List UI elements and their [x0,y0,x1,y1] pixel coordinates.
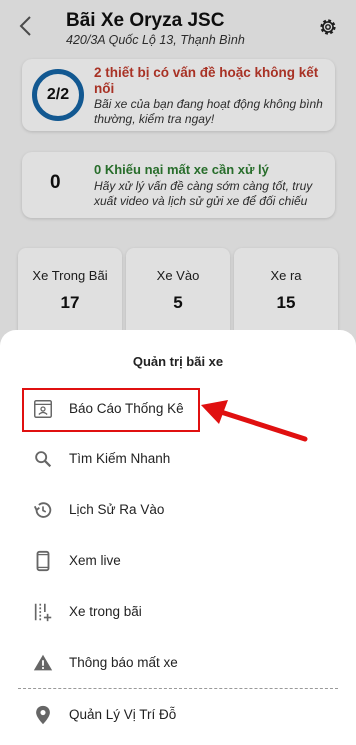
annotation-arrow-icon [201,400,308,442]
vehicles-list-icon [34,603,52,622]
menu-item-lost-vehicle-notice[interactable]: Thông báo mất xe [0,641,356,687]
search-icon [35,451,52,468]
menu-item-vehicles-in-lot[interactable]: Xe trong bãi [0,590,356,636]
divider [18,688,338,689]
highlight-box [22,388,200,432]
menu-item-label: Quản Lý Vị Trí Đỗ [69,707,177,722]
menu-item-label: Xem live [69,553,121,568]
history-icon [33,502,52,518]
location-pin-icon [36,705,50,725]
warning-icon [33,654,53,671]
menu-item-parking-spot-management[interactable]: Quản Lý Vị Trí Đỗ [0,693,356,739]
sheet-title: Quản trị bãi xe [132,354,224,369]
menu-item-label: Thông báo mất xe [69,655,178,670]
menu-item-label: Tìm Kiếm Nhanh [69,451,171,466]
phone-icon [36,550,50,572]
menu-item-live-view[interactable]: Xem live [0,539,356,585]
menu-item-label: Lịch Sử Ra Vào [69,502,165,517]
menu-item-entry-history[interactable]: Lịch Sử Ra Vào [0,488,356,534]
menu-item-label: Xe trong bãi [69,604,142,619]
